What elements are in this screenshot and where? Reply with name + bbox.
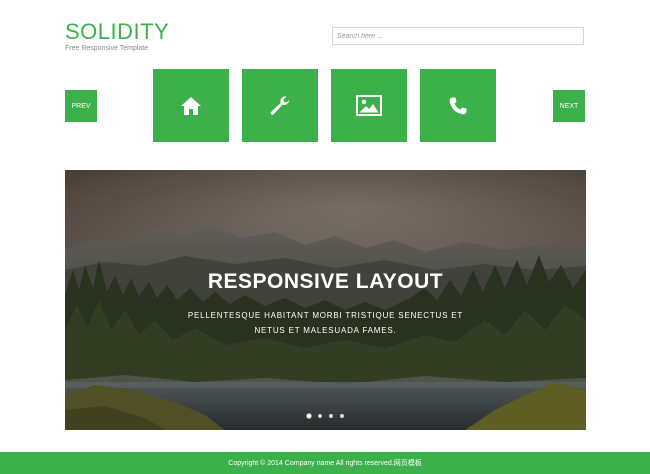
home-icon: [181, 96, 201, 115]
slider-dot[interactable]: [329, 414, 333, 418]
site-tagline: Free Responsive Template: [65, 45, 149, 52]
slide-heading: RESPONSIVE LAYOUT: [207, 270, 444, 293]
slide-text: PELLENTESQUE HABITANT MORBI TRISTIQUE SE…: [187, 311, 464, 335]
next-button[interactable]: NEXT: [553, 90, 585, 122]
logo[interactable]: SOLIDITY Free Responsive Template: [65, 19, 170, 53]
hero-slider[interactable]: RESPONSIVE LAYOUT PELLENTESQUE HABITANT …: [65, 170, 586, 430]
prev-label: PREV: [71, 102, 91, 110]
tile-gallery[interactable]: [331, 69, 407, 142]
search-input[interactable]: [332, 27, 584, 45]
slider-dot[interactable]: [340, 414, 344, 418]
next-label: NEXT: [559, 102, 579, 110]
slider-pagination: [65, 414, 586, 418]
tile-contact[interactable]: [420, 69, 496, 142]
site-title: SOLIDITY: [65, 19, 170, 44]
phone-icon: [449, 97, 467, 114]
prev-button[interactable]: PREV: [65, 90, 97, 122]
tile-tools[interactable]: [242, 69, 318, 142]
footer: Copyright © 2014 Company name All rights…: [0, 452, 650, 474]
page: SOLIDITY Free Responsive Template PREV N…: [0, 0, 650, 474]
slider-dot[interactable]: [307, 414, 311, 418]
slider-dot[interactable]: [318, 414, 322, 418]
slide-landscape-image: [65, 170, 586, 430]
image-icon: [356, 95, 382, 116]
wrench-icon: [270, 95, 290, 115]
tile-home[interactable]: [153, 69, 229, 142]
footer-copyright: Copyright © 2014 Company name All rights…: [228, 460, 422, 467]
